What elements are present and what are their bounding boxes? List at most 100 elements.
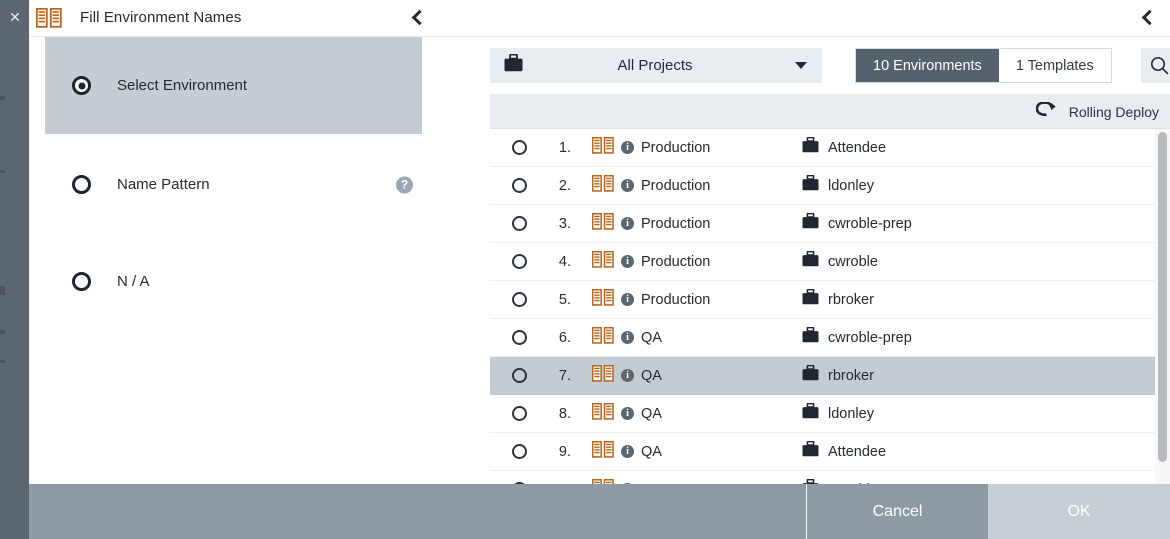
environment-name: Production (641, 253, 711, 270)
app-rail: ✕ (0, 0, 29, 539)
environment-icon (591, 326, 614, 349)
environment-icon (591, 402, 614, 425)
environment-name: QA (641, 405, 662, 422)
table-row[interactable]: 6. i QA cwroble-prep (490, 319, 1170, 357)
row-number: 9. (558, 443, 571, 460)
project-name: ldonley (828, 177, 874, 194)
project-cell: Attendee (802, 136, 886, 158)
table-row[interactable]: 7. i QA rbroker (490, 357, 1170, 395)
view-tabs: 10 Environments 1 Templates (855, 48, 1112, 83)
option-name-pattern[interactable]: Name Pattern ? (45, 162, 422, 207)
row-radio[interactable] (512, 292, 527, 307)
environment-name: Production (641, 139, 711, 156)
row-number: 2. (558, 177, 571, 194)
environments-table: Rolling Deploy 1. i Production Attendee 2. i P… (490, 94, 1170, 484)
environment-cell: i QA (591, 402, 802, 425)
rail-ghost-line (0, 330, 5, 334)
column-rolling-deploy: Rolling Deploy (1035, 94, 1159, 129)
radio-name-pattern[interactable] (72, 175, 91, 194)
options-pane: Select Environment Name Pattern ? N / A (29, 37, 433, 484)
project-name: rbroker (828, 291, 874, 308)
row-radio[interactable] (512, 140, 527, 155)
table-row[interactable]: 8. i QA ldonley (490, 395, 1170, 433)
environment-cell: i Production (591, 174, 802, 197)
briefcase-icon (802, 364, 819, 386)
row-number: 3. (558, 215, 571, 232)
environment-icon (591, 440, 614, 463)
environment-cell: i QA (591, 326, 802, 349)
info-icon[interactable]: i (621, 179, 634, 192)
search-button[interactable] (1141, 48, 1170, 83)
table-row[interactable]: 3. i Production cwroble-prep (490, 205, 1170, 243)
project-filter-value: All Projects (617, 57, 693, 74)
table-row[interactable]: 1. i Production Attendee (490, 129, 1170, 167)
radio-select-environment[interactable] (72, 76, 91, 95)
environment-icon (591, 364, 614, 387)
collapse-right-pane-button[interactable] (1136, 5, 1162, 31)
environment-cell: i Production (591, 250, 802, 273)
table-scrollbar[interactable] (1155, 129, 1170, 484)
tab-environments[interactable]: 10 Environments (856, 49, 999, 82)
dialog-panel: Fill Environment Names Select Environmen… (29, 0, 1170, 539)
environment-icon (35, 7, 62, 33)
table-body[interactable]: 1. i Production Attendee 2. i Production ldonle… (490, 129, 1170, 484)
project-name: cwroble-prep (828, 215, 912, 232)
table-row[interactable]: 4. i Production cwroble (490, 243, 1170, 281)
row-radio[interactable] (512, 444, 527, 459)
info-icon[interactable]: i (621, 141, 634, 154)
chevron-left-icon (1141, 9, 1158, 26)
project-cell: rbroker (802, 364, 874, 386)
cancel-button[interactable]: Cancel (806, 484, 988, 539)
help-icon[interactable]: ? (396, 176, 413, 193)
info-icon[interactable]: i (621, 445, 634, 458)
info-icon[interactable]: i (621, 369, 634, 382)
table-row[interactable]: 5. i Production rbroker (490, 281, 1170, 319)
chevron-down-icon (795, 62, 807, 69)
close-icon[interactable]: ✕ (8, 10, 22, 24)
environment-icon (591, 212, 614, 235)
environments-pane: All Projects 10 Environments 1 Templates (461, 37, 1170, 484)
briefcase-icon (802, 402, 819, 424)
row-number: 8. (558, 405, 571, 422)
dialog-header: Fill Environment Names (29, 0, 1170, 36)
environment-cell: i Production (591, 212, 802, 235)
option-na[interactable]: N / A (45, 259, 422, 304)
info-icon[interactable]: i (621, 255, 634, 268)
option-label: Select Environment (117, 77, 248, 94)
info-icon[interactable]: i (621, 217, 634, 230)
info-icon[interactable]: i (621, 407, 634, 420)
environment-name: QA (641, 443, 662, 460)
project-cell: cwroble-prep (802, 326, 912, 348)
table-row[interactable]: 10.iQAcwroble (490, 471, 1170, 484)
rolling-deploy-label: Rolling Deploy (1068, 103, 1159, 120)
rail-ghost-line (0, 170, 5, 173)
tab-templates[interactable]: 1 Templates (998, 49, 1111, 82)
table-row[interactable]: 9. i QA Attendee (490, 433, 1170, 471)
collapse-left-pane-button[interactable] (406, 5, 432, 31)
project-name: cwroble-prep (828, 329, 912, 346)
row-radio[interactable] (512, 368, 527, 383)
row-number: 4. (558, 253, 571, 270)
ok-button[interactable]: OK (988, 484, 1170, 539)
scrollbar-thumb[interactable] (1158, 132, 1167, 462)
row-radio[interactable] (512, 406, 527, 421)
project-filter-dropdown[interactable]: All Projects (490, 48, 822, 83)
environment-icon (591, 288, 614, 311)
chevron-left-icon (411, 9, 428, 26)
row-number: 7. (558, 367, 571, 384)
rail-ghost-line (0, 360, 5, 363)
row-radio[interactable] (512, 216, 527, 231)
environment-icon (591, 174, 614, 197)
row-radio[interactable] (512, 254, 527, 269)
info-icon[interactable]: i (621, 293, 634, 306)
radio-na[interactable] (72, 272, 91, 291)
row-radio[interactable] (512, 178, 527, 193)
info-icon[interactable]: i (621, 331, 634, 344)
row-radio[interactable] (512, 330, 527, 345)
app-rail-footer (0, 484, 29, 539)
environment-icon (591, 250, 614, 273)
briefcase-icon (802, 326, 819, 348)
option-select-environment[interactable]: Select Environment (45, 37, 422, 134)
table-row[interactable]: 2. i Production ldonley (490, 167, 1170, 205)
environment-cell: i QA (591, 364, 802, 387)
